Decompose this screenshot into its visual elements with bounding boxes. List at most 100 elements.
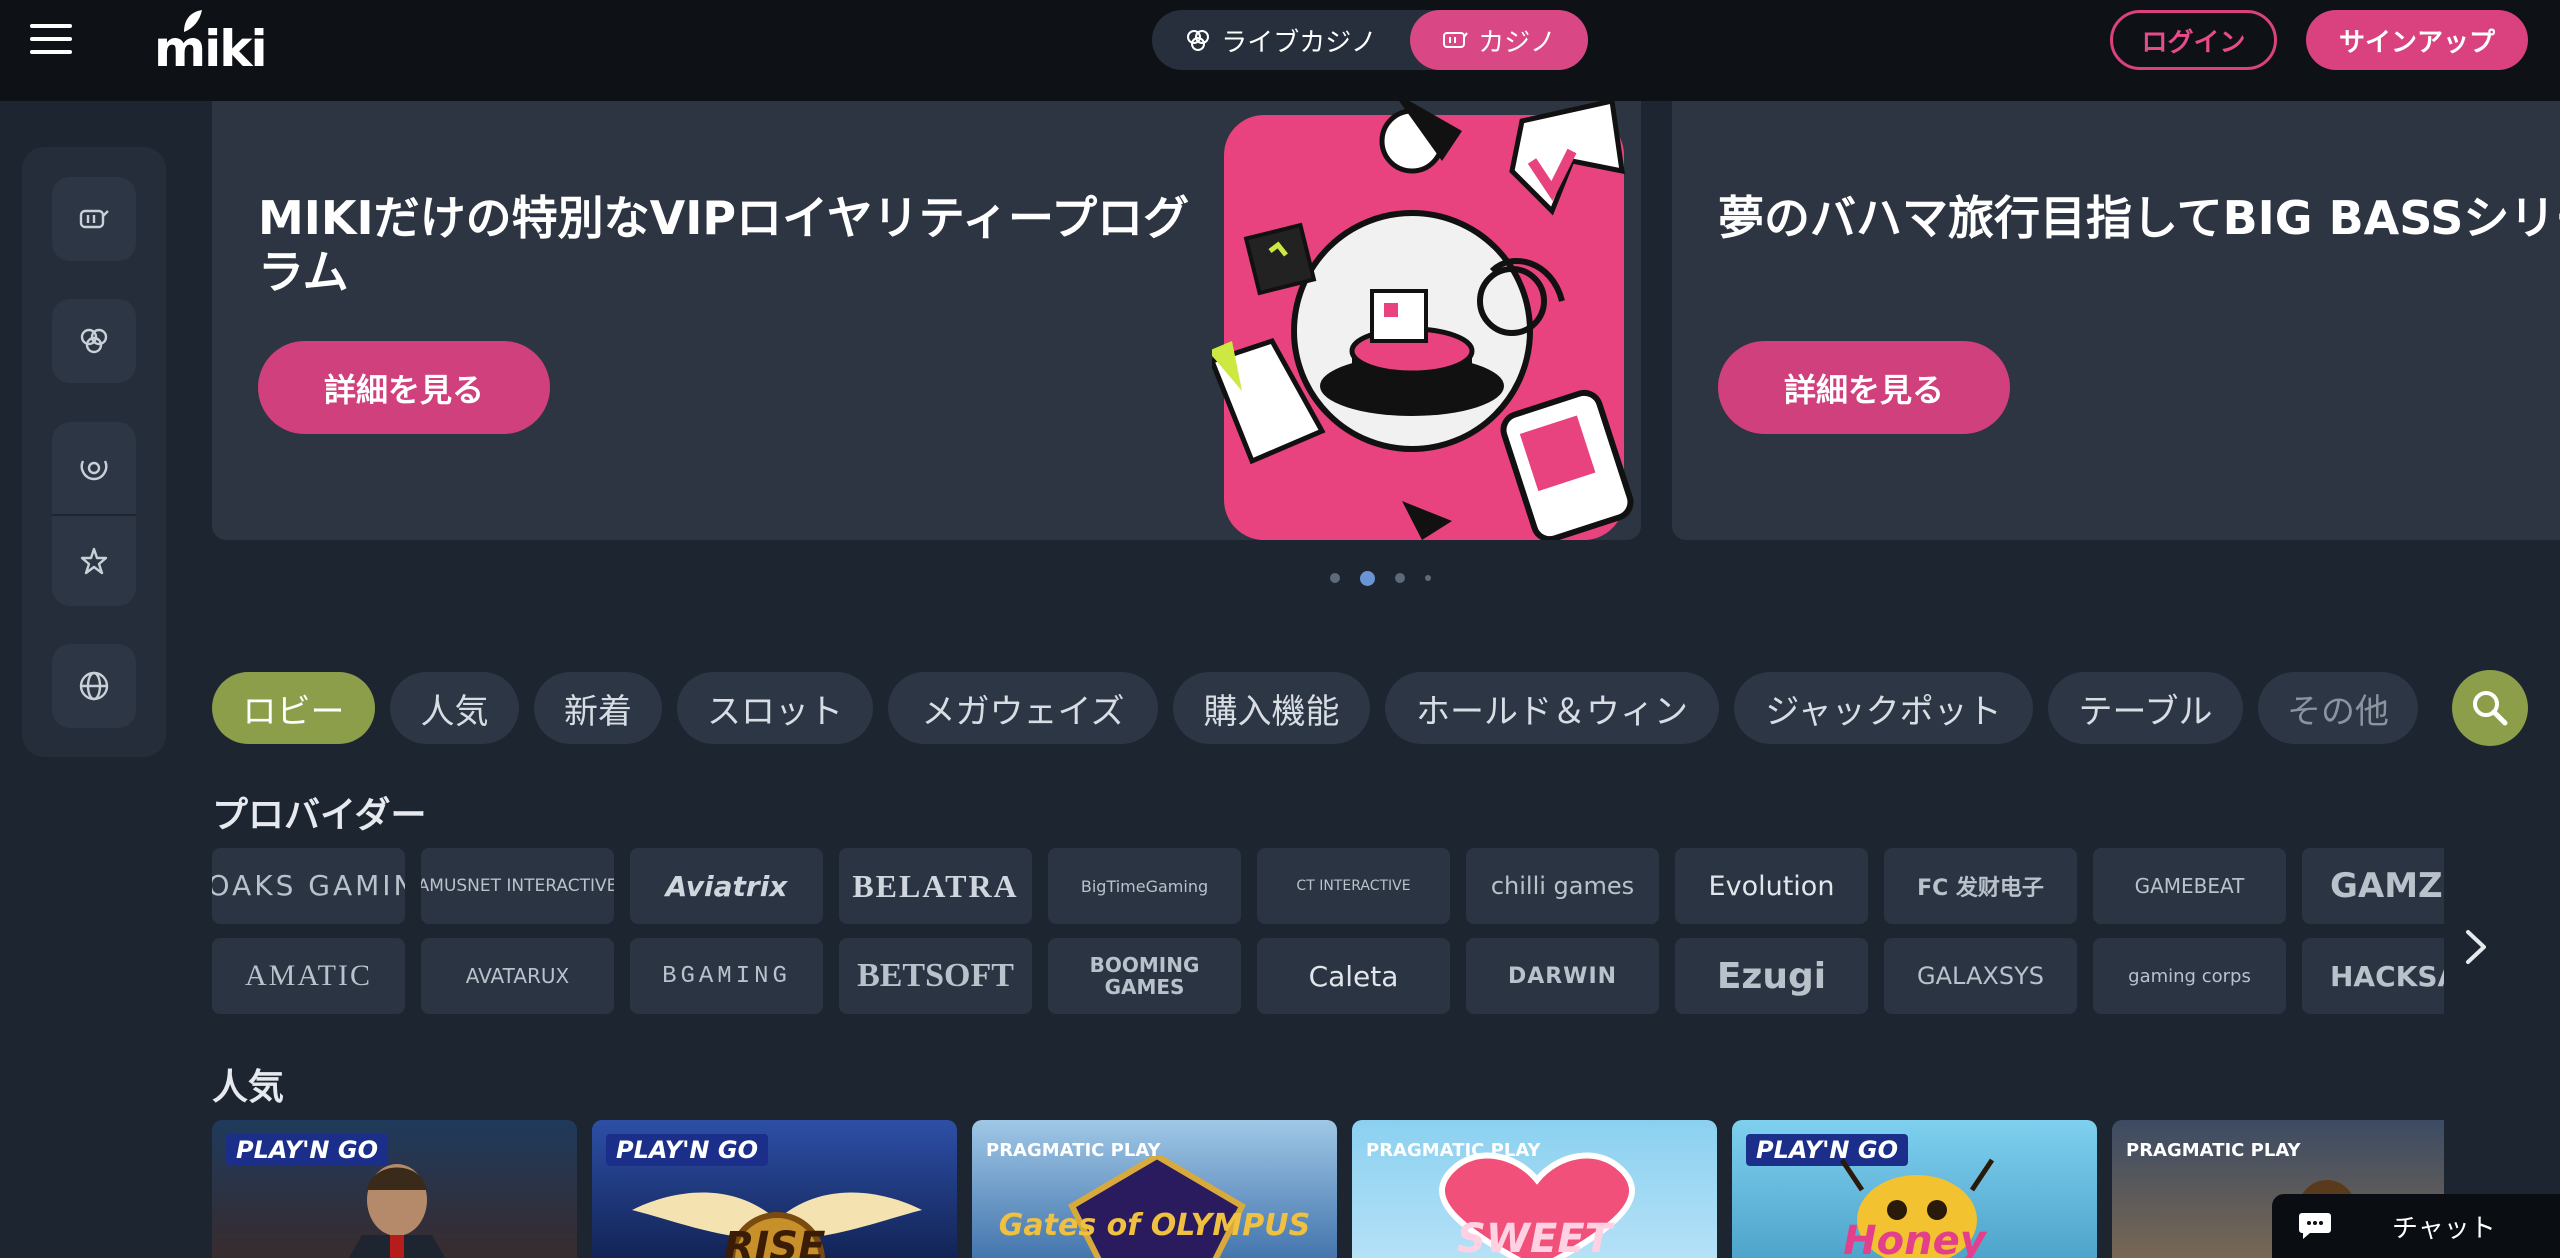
language-globe-icon: [79, 671, 109, 701]
provider-tile[interactable]: Evolution: [1675, 848, 1868, 924]
provider-name: chilli games: [1490, 872, 1635, 900]
provider-tile[interactable]: BOOMING GAMES: [1048, 938, 1241, 1014]
provider-name: Caleta: [1308, 959, 1399, 993]
casino-tab[interactable]: カジノ: [1410, 10, 1588, 70]
provider-tile[interactable]: Aviatrix: [630, 848, 823, 924]
search-icon: [2473, 691, 2508, 726]
tab-other[interactable]: その他: [2258, 672, 2418, 744]
provider-name: GAMEBEAT: [2134, 874, 2245, 898]
sidebar-promotions-button[interactable]: [52, 520, 136, 604]
provider-name: GALAXSYS: [1917, 962, 2044, 990]
provider-tile[interactable]: BETSOFT: [839, 938, 1032, 1014]
provider-tile[interactable]: Ezugi: [1675, 938, 1868, 1014]
game-title: Honey: [1843, 1218, 1986, 1258]
game-character-art: [348, 1164, 446, 1258]
banner-details-button[interactable]: 詳細を見る: [1718, 341, 2010, 434]
carousel-pagination: [1330, 568, 1431, 588]
provider-tile[interactable]: BigTimeGaming: [1048, 848, 1241, 924]
provider-tile[interactable]: DARWIN: [1466, 938, 1659, 1014]
sidebar-sports-button[interactable]: [52, 426, 136, 510]
provider-tile[interactable]: Caleta: [1257, 938, 1450, 1014]
category-tabs: ロビー 人気 新着 スロット メガウェイズ 購入機能 ホールド＆ウィン ジャック…: [212, 672, 2427, 744]
sidebar-live-casino-button[interactable]: [52, 299, 136, 383]
search-button[interactable]: [2452, 670, 2528, 746]
banner-details-button[interactable]: 詳細を見る: [258, 341, 550, 434]
carousel-dot[interactable]: [1330, 573, 1340, 583]
promo-banner-big-bass[interactable]: 夢のバハマ旅行目指してBIG BASSシリーで遊ぼう 詳細を見る: [1672, 101, 2560, 540]
provider-tile[interactable]: gaming corps: [2093, 938, 2286, 1014]
provider-name: Ezugi: [1716, 955, 1827, 997]
provider-tile[interactable]: BGAMING: [630, 938, 823, 1014]
slot-icon: [1443, 32, 1469, 48]
carousel-dot[interactable]: [1395, 573, 1405, 583]
casino-label: カジノ: [1478, 27, 1556, 58]
provider-name: 3 OAKS GAMING: [212, 869, 405, 902]
game-card[interactable]: PRAGMATIC PLAY Gates of OLYMPUS: [972, 1120, 1337, 1258]
casino-mode-toggle: ライブカジノ カジノ: [1152, 10, 1588, 70]
tab-megaways[interactable]: メガウェイズ: [888, 672, 1158, 744]
provider-name: GAMZ: [2330, 866, 2443, 906]
game-title: RISE: [723, 1224, 826, 1258]
popular-heading: 人気: [212, 1067, 285, 1108]
logo-text: miki: [154, 20, 268, 78]
game-title: Gates of OLYMPUS: [998, 1208, 1311, 1243]
tab-lobby[interactable]: ロビー: [212, 672, 375, 744]
game-card[interactable]: PLAY'N GO Honey: [1732, 1120, 2097, 1258]
provider-tile[interactable]: GAMZ: [2302, 848, 2444, 924]
miki-logo[interactable]: miki: [154, 8, 268, 78]
game-card[interactable]: PRAGMATIC PLAY SWEET: [1352, 1120, 1717, 1258]
sidebar-language-button[interactable]: [52, 644, 136, 728]
tab-new[interactable]: 新着: [534, 672, 662, 744]
promotions-icon: [80, 547, 108, 575]
game-card[interactable]: PLAY'N GO RISE: [592, 1120, 957, 1258]
provider-tile[interactable]: CT INTERACTIVE: [1257, 848, 1450, 924]
provider-tile[interactable]: HACKSA: [2302, 938, 2444, 1014]
provider-tile[interactable]: AVATARUX: [421, 938, 614, 1014]
provider-tile[interactable]: AMATIC: [212, 938, 405, 1014]
sidebar-casino-button[interactable]: [52, 177, 136, 261]
provider-name: AMATIC: [244, 959, 372, 992]
provider-tile[interactable]: chilli games: [1466, 848, 1659, 924]
provider-tile[interactable]: AMUSNET INTERACTIVE: [421, 848, 614, 924]
tab-slots[interactable]: スロット: [677, 672, 873, 744]
provider-name: FC 发财电子: [1917, 876, 2044, 901]
live-casino-tab[interactable]: ライブカジノ: [1152, 10, 1410, 70]
chat-bubble-icon: [2299, 1213, 2331, 1239]
provider-name: BETSOFT: [857, 957, 1014, 994]
provider-tile[interactable]: BELATRA: [839, 848, 1032, 924]
providers-next-arrow-icon[interactable]: [2458, 922, 2494, 972]
provider-tile[interactable]: GALAXSYS: [1884, 938, 2077, 1014]
chat-label: チャット: [2392, 1213, 2496, 1244]
login-button[interactable]: ログイン: [2110, 10, 2277, 70]
tab-buy-feature[interactable]: 購入機能: [1173, 672, 1370, 744]
promo-banner-vip[interactable]: MIKIだけの特別なVIPロイヤリティープログラム 詳細を見る: [212, 101, 1641, 540]
tab-jackpot[interactable]: ジャックポット: [1734, 672, 2033, 744]
signup-button[interactable]: サインアップ: [2306, 10, 2528, 70]
game-card[interactable]: PLAY'N GO: [212, 1120, 577, 1258]
provider-name: AMUSNET INTERACTIVE: [421, 876, 614, 896]
providers-heading: プロバイダー: [212, 795, 427, 836]
carousel-dot[interactable]: [1425, 575, 1431, 581]
provider-name: BOOMING GAMES: [1089, 953, 1200, 999]
top-bar: miki ライブカジノ カジノ ログイン サインアップ: [0, 0, 2560, 101]
game-provider-logo: PLAY'N GO: [606, 1134, 768, 1166]
tab-popular[interactable]: 人気: [390, 672, 519, 744]
slot-icon: [79, 209, 109, 229]
provider-name: DARWIN: [1507, 963, 1618, 989]
sidebar-extras-group: [52, 422, 136, 606]
provider-tile[interactable]: GAMEBEAT: [2093, 848, 2286, 924]
hamburger-menu-icon[interactable]: [30, 24, 72, 58]
provider-tile[interactable]: 3 OAKS GAMING: [212, 848, 405, 924]
provider-tile[interactable]: FC 发财电子: [1884, 848, 2077, 924]
game-provider: PRAGMATIC PLAY: [2126, 1140, 2301, 1161]
chat-button[interactable]: チャット: [2272, 1194, 2560, 1258]
tab-hold-and-win[interactable]: ホールド＆ウィン: [1385, 672, 1719, 744]
tab-table[interactable]: テーブル: [2048, 672, 2243, 744]
live-casino-icon: [80, 328, 108, 354]
carousel-dot-active[interactable]: [1360, 570, 1375, 586]
banner-title: 夢のバハマ旅行目指してBIG BASSシリーで遊ぼう: [1718, 191, 2560, 245]
sidebar-divider: [52, 514, 136, 516]
sports-icon: [80, 460, 108, 481]
live-casino-label: ライブカジノ: [1221, 27, 1377, 58]
provider-name: BigTimeGaming: [1080, 876, 1209, 896]
